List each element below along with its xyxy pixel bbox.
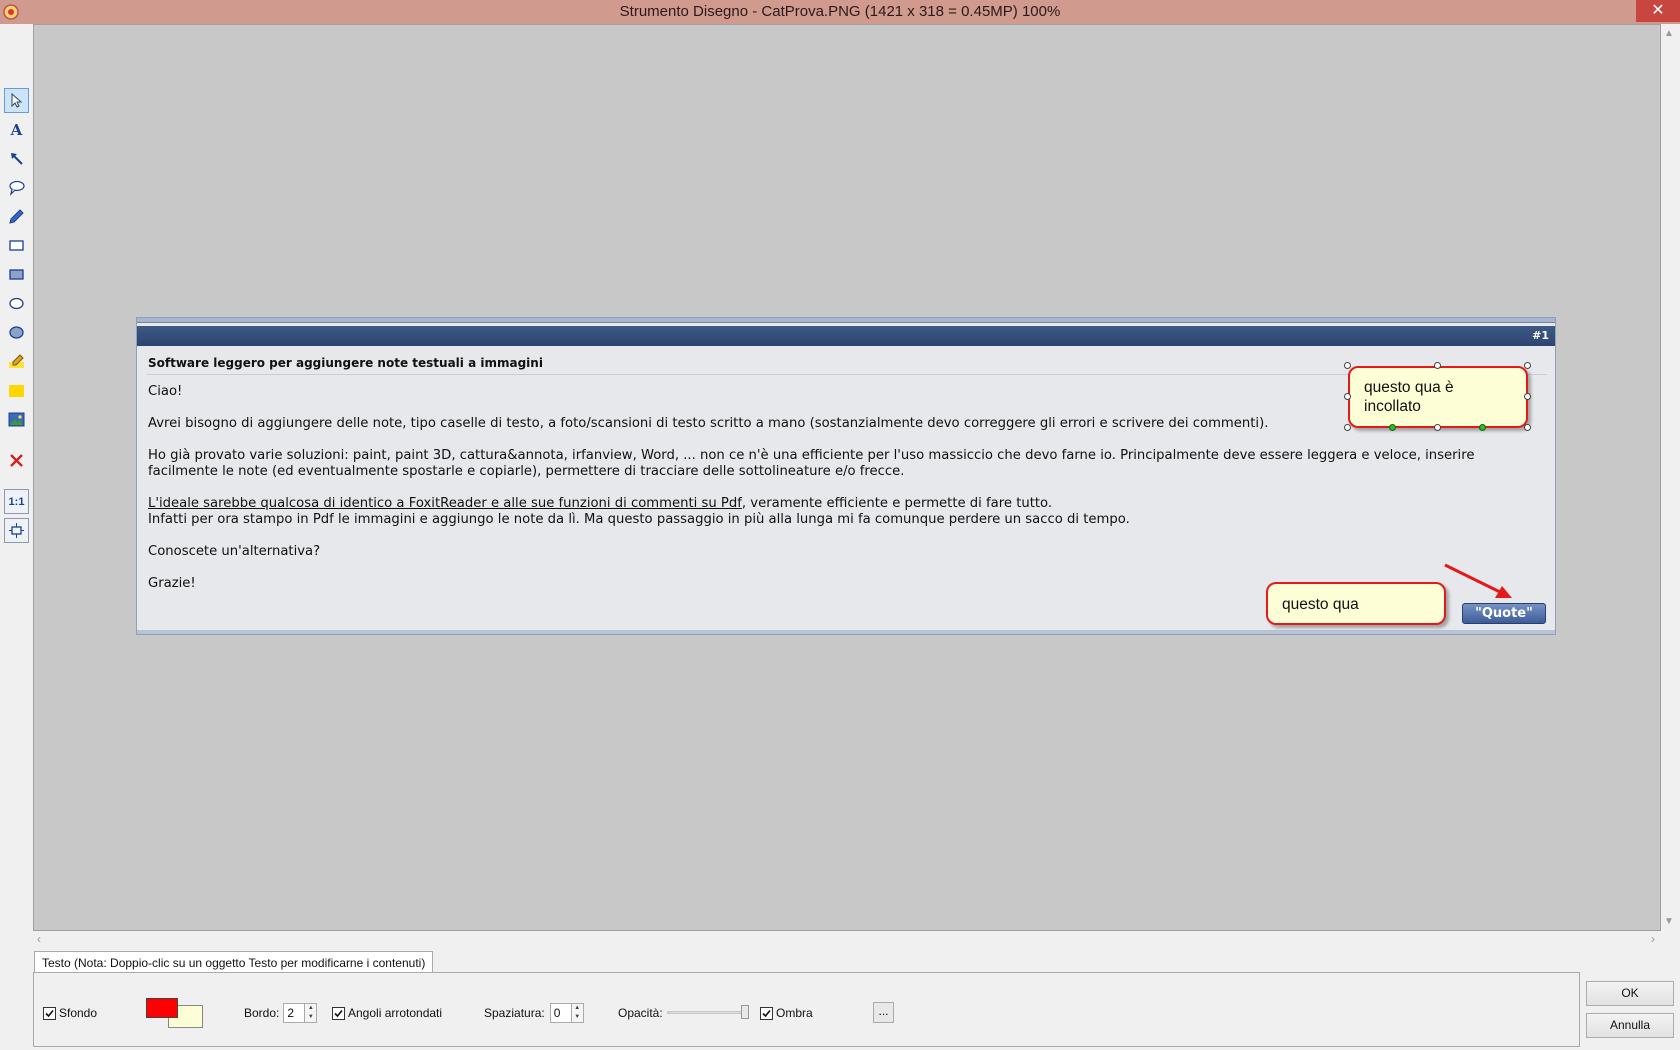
post-paragraph: Avrei bisogno di aggiungere delle note, … [148, 416, 1269, 431]
post-body: Ciao! Avrei bisogno di aggiungere delle … [148, 384, 1543, 608]
tab-text-properties[interactable]: Testo (Nota: Doppio-clic su un oggetto T… [34, 951, 434, 973]
resize-handle[interactable] [1524, 362, 1531, 369]
post-divider [147, 374, 1547, 375]
slider-track [667, 1011, 749, 1014]
filled-rectangle-icon [9, 269, 24, 280]
post-number: #1 [1532, 329, 1549, 342]
checkbox-checked-icon[interactable] [760, 1006, 773, 1020]
more-options-button[interactable]: ... [873, 1002, 894, 1023]
opacity-label: Opacità: [618, 1006, 663, 1020]
scroll-down-icon[interactable]: ▼ [1664, 916, 1674, 927]
filled-ellipse-icon [9, 326, 24, 339]
scroll-up-icon[interactable]: ▲ [1664, 28, 1674, 39]
shadow-checkbox[interactable]: Ombra [760, 1006, 813, 1020]
background-label: Sfondo [59, 1006, 98, 1020]
text-tool[interactable]: A [4, 117, 29, 142]
checkbox-checked-icon[interactable] [332, 1006, 345, 1020]
image-tool[interactable] [4, 407, 29, 432]
fit-to-window-icon [9, 523, 24, 538]
post-paragraph: Conoscete un'alternativa? [148, 544, 321, 559]
stepper-up-icon[interactable]: ▲ [305, 1004, 316, 1013]
pointer-handle[interactable] [1389, 424, 1396, 431]
post-paragraph: L'ideale sarebbe qualcosa di identico a … [148, 496, 1543, 528]
post-paragraph: Ciao! [148, 384, 183, 399]
post-text: Infatti per ora stampo in Pdf le immagin… [148, 512, 1130, 527]
ellipse-tool[interactable] [4, 291, 29, 316]
scroll-left-icon[interactable]: ‹ [37, 932, 41, 946]
image-icon [8, 412, 25, 427]
title-bar: Strumento Disegno - CatProva.PNG (1421 x… [0, 0, 1680, 24]
callout-main[interactable]: questo qua [1266, 582, 1446, 625]
stepper-up-icon[interactable]: ▲ [572, 1004, 583, 1013]
pen-icon [9, 209, 24, 224]
speech-bubble-icon [9, 180, 25, 196]
pen-tool[interactable] [4, 204, 29, 229]
arrow-tool[interactable] [4, 146, 29, 171]
filled-ellipse-tool[interactable] [4, 320, 29, 345]
post-top-border [137, 318, 1555, 323]
pointer-handle[interactable] [1479, 424, 1486, 431]
rectangle-icon [9, 240, 24, 251]
resize-handle[interactable] [1434, 362, 1441, 369]
border-stepper[interactable]: 2 ▲ ▼ [283, 1003, 318, 1023]
actual-size-tool[interactable]: 1:1 [4, 489, 29, 514]
horizontal-scrollbar[interactable]: ‹ › [33, 931, 1661, 948]
post-header-bar: #1 [137, 326, 1555, 346]
rectangle-tool[interactable] [4, 233, 29, 258]
checkbox-checked-icon[interactable] [43, 1006, 56, 1020]
fit-tool[interactable] [4, 518, 29, 543]
resize-handle[interactable] [1344, 393, 1351, 400]
post-paragraph: Ho già provato varie soluzioni: paint, p… [148, 448, 1479, 479]
filled-rectangle-tool[interactable] [4, 262, 29, 287]
close-button[interactable]: ✕ [1636, 0, 1680, 22]
border-label: Bordo: [244, 1006, 280, 1020]
post-bottom-border [137, 630, 1555, 634]
cancel-button[interactable]: Annulla [1586, 1013, 1674, 1038]
highlight-rect-tool[interactable] [4, 378, 29, 403]
resize-handle[interactable] [1344, 424, 1351, 431]
text-a-icon: A [10, 120, 23, 139]
background-checkbox[interactable]: Sfondo [43, 1006, 97, 1020]
spacing-label: Spaziatura: [484, 1006, 545, 1020]
resize-handle[interactable] [1524, 424, 1531, 431]
callout-tool[interactable] [4, 175, 29, 200]
spacing-control: Spaziatura: 0 ▲ ▼ [484, 1003, 584, 1023]
post-text: , veramente efficiente e permette di far… [741, 496, 1053, 511]
stepper-down-icon[interactable]: ▼ [572, 1013, 583, 1022]
ok-button[interactable]: OK [1586, 981, 1674, 1006]
slider-thumb[interactable] [741, 1005, 749, 1019]
post-link: L'ideale sarebbe qualcosa di identico a … [148, 496, 742, 511]
resize-handle[interactable] [1524, 393, 1531, 400]
delete-tool[interactable] [4, 448, 29, 473]
scroll-right-icon[interactable]: › [1651, 932, 1655, 946]
callout-pasted[interactable]: questo qua è incollato [1348, 366, 1528, 428]
vertical-scrollbar[interactable]: ▲ ▼ [1661, 24, 1680, 931]
spacing-value[interactable]: 0 [549, 1003, 572, 1023]
foreground-color-swatch[interactable] [146, 998, 178, 1018]
border-control: Bordo: 2 ▲ ▼ [244, 1003, 318, 1023]
highlighter-icon [9, 354, 24, 368]
resize-handle[interactable] [1434, 424, 1441, 431]
resize-handle[interactable] [1344, 362, 1351, 369]
ellipse-icon [9, 297, 24, 310]
pointer-icon [11, 92, 23, 108]
drawing-toolbar: A 1:1 [0, 24, 33, 952]
border-value[interactable]: 2 [283, 1003, 306, 1023]
opacity-slider[interactable] [667, 1003, 751, 1021]
rounded-corners-checkbox[interactable]: Angoli arrotondati [332, 1006, 442, 1020]
yellow-rect-icon [9, 385, 24, 397]
delete-x-icon [10, 454, 23, 467]
quote-button: "Quote" [1462, 603, 1546, 624]
rounded-corners-label: Angoli arrotondati [348, 1006, 443, 1020]
window-title: Strumento Disegno - CatProva.PNG (1421 x… [619, 3, 1061, 20]
shadow-label: Ombra [776, 1006, 813, 1020]
arrow-icon [11, 153, 23, 165]
one-to-one-icon: 1:1 [8, 495, 25, 508]
highlighter-tool[interactable] [4, 349, 29, 374]
spacing-stepper[interactable]: 0 ▲ ▼ [549, 1003, 584, 1023]
select-tool[interactable] [4, 88, 29, 113]
post-title: Software leggero per aggiungere note tes… [148, 356, 543, 370]
stepper-down-icon[interactable]: ▼ [305, 1013, 316, 1022]
arrow-annotation[interactable] [1440, 560, 1520, 605]
